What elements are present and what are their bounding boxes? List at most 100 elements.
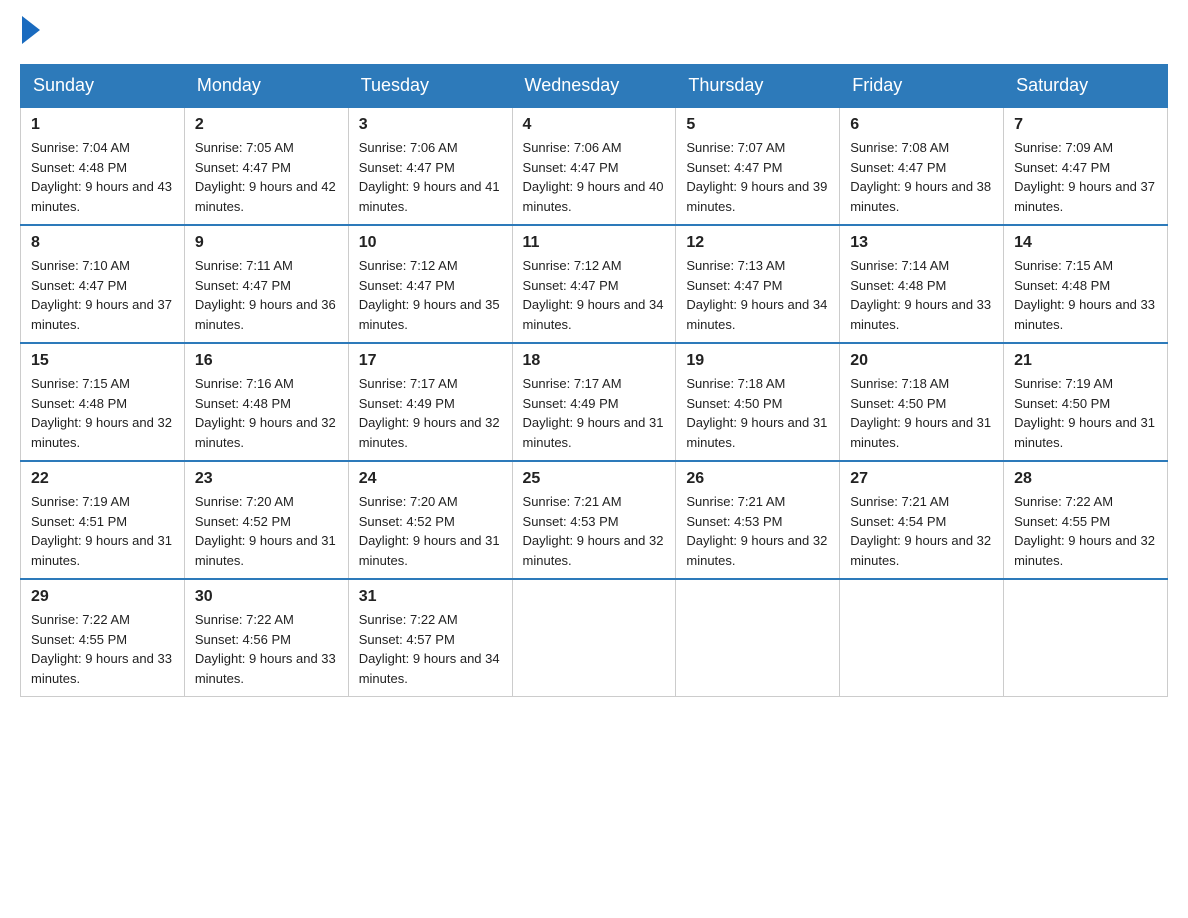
day-number: 21 [1014,352,1157,370]
daylight-label: Daylight: 9 hours and 37 minutes. [1014,179,1155,214]
daylight-label: Daylight: 9 hours and 34 minutes. [523,297,664,332]
day-info: Sunrise: 7:06 AM Sunset: 4:47 PM Dayligh… [359,138,502,216]
sunrise-label: Sunrise: 7:11 AM [195,258,293,273]
day-info: Sunrise: 7:22 AM Sunset: 4:57 PM Dayligh… [359,610,502,688]
day-of-week-header: Tuesday [348,65,512,108]
day-number: 1 [31,116,174,134]
calendar-day-cell: 2 Sunrise: 7:05 AM Sunset: 4:47 PM Dayli… [184,107,348,225]
sunrise-label: Sunrise: 7:19 AM [1014,376,1113,391]
sunrise-label: Sunrise: 7:17 AM [523,376,622,391]
day-number: 14 [1014,234,1157,252]
day-info: Sunrise: 7:15 AM Sunset: 4:48 PM Dayligh… [1014,256,1157,334]
sunrise-label: Sunrise: 7:22 AM [359,612,458,627]
day-of-week-header: Friday [840,65,1004,108]
day-info: Sunrise: 7:22 AM Sunset: 4:55 PM Dayligh… [1014,492,1157,570]
day-of-week-header: Sunday [21,65,185,108]
day-info: Sunrise: 7:18 AM Sunset: 4:50 PM Dayligh… [850,374,993,452]
day-info: Sunrise: 7:06 AM Sunset: 4:47 PM Dayligh… [523,138,666,216]
day-number: 3 [359,116,502,134]
day-info: Sunrise: 7:05 AM Sunset: 4:47 PM Dayligh… [195,138,338,216]
day-info: Sunrise: 7:21 AM Sunset: 4:53 PM Dayligh… [686,492,829,570]
sunrise-label: Sunrise: 7:15 AM [31,376,130,391]
calendar-day-cell: 26 Sunrise: 7:21 AM Sunset: 4:53 PM Dayl… [676,461,840,579]
daylight-label: Daylight: 9 hours and 33 minutes. [1014,297,1155,332]
day-number: 29 [31,588,174,606]
sunrise-label: Sunrise: 7:04 AM [31,140,130,155]
calendar-day-cell: 24 Sunrise: 7:20 AM Sunset: 4:52 PM Dayl… [348,461,512,579]
calendar-day-cell: 28 Sunrise: 7:22 AM Sunset: 4:55 PM Dayl… [1004,461,1168,579]
sunset-label: Sunset: 4:47 PM [686,278,782,293]
day-info: Sunrise: 7:19 AM Sunset: 4:51 PM Dayligh… [31,492,174,570]
day-number: 27 [850,470,993,488]
sunrise-label: Sunrise: 7:22 AM [1014,494,1113,509]
day-number: 15 [31,352,174,370]
sunrise-label: Sunrise: 7:17 AM [359,376,458,391]
calendar-empty-cell [676,579,840,697]
sunset-label: Sunset: 4:48 PM [195,396,291,411]
day-number: 5 [686,116,829,134]
daylight-label: Daylight: 9 hours and 38 minutes. [850,179,991,214]
sunrise-label: Sunrise: 7:14 AM [850,258,949,273]
sunset-label: Sunset: 4:48 PM [850,278,946,293]
sunset-label: Sunset: 4:56 PM [195,632,291,647]
calendar-day-cell: 12 Sunrise: 7:13 AM Sunset: 4:47 PM Dayl… [676,225,840,343]
daylight-label: Daylight: 9 hours and 31 minutes. [850,415,991,450]
calendar-week-row: 15 Sunrise: 7:15 AM Sunset: 4:48 PM Dayl… [21,343,1168,461]
sunrise-label: Sunrise: 7:18 AM [850,376,949,391]
logo-arrow-icon [22,16,40,44]
sunrise-label: Sunrise: 7:16 AM [195,376,294,391]
day-of-week-header: Wednesday [512,65,676,108]
sunrise-label: Sunrise: 7:08 AM [850,140,949,155]
calendar-day-cell: 31 Sunrise: 7:22 AM Sunset: 4:57 PM Dayl… [348,579,512,697]
sunrise-label: Sunrise: 7:20 AM [195,494,294,509]
day-number: 2 [195,116,338,134]
day-info: Sunrise: 7:20 AM Sunset: 4:52 PM Dayligh… [195,492,338,570]
daylight-label: Daylight: 9 hours and 34 minutes. [686,297,827,332]
calendar-day-cell: 15 Sunrise: 7:15 AM Sunset: 4:48 PM Dayl… [21,343,185,461]
calendar-day-cell: 8 Sunrise: 7:10 AM Sunset: 4:47 PM Dayli… [21,225,185,343]
sunset-label: Sunset: 4:50 PM [1014,396,1110,411]
sunrise-label: Sunrise: 7:07 AM [686,140,785,155]
calendar-day-cell: 27 Sunrise: 7:21 AM Sunset: 4:54 PM Dayl… [840,461,1004,579]
sunrise-label: Sunrise: 7:21 AM [850,494,949,509]
calendar-day-cell: 18 Sunrise: 7:17 AM Sunset: 4:49 PM Dayl… [512,343,676,461]
sunrise-label: Sunrise: 7:15 AM [1014,258,1113,273]
day-number: 11 [523,234,666,252]
calendar-day-cell: 25 Sunrise: 7:21 AM Sunset: 4:53 PM Dayl… [512,461,676,579]
daylight-label: Daylight: 9 hours and 32 minutes. [686,533,827,568]
calendar-day-cell: 30 Sunrise: 7:22 AM Sunset: 4:56 PM Dayl… [184,579,348,697]
sunset-label: Sunset: 4:52 PM [195,514,291,529]
calendar-header-row: SundayMondayTuesdayWednesdayThursdayFrid… [21,65,1168,108]
daylight-label: Daylight: 9 hours and 31 minutes. [686,415,827,450]
page-header [20,20,1168,44]
daylight-label: Daylight: 9 hours and 32 minutes. [195,415,336,450]
calendar-day-cell: 7 Sunrise: 7:09 AM Sunset: 4:47 PM Dayli… [1004,107,1168,225]
sunset-label: Sunset: 4:53 PM [686,514,782,529]
sunset-label: Sunset: 4:53 PM [523,514,619,529]
daylight-label: Daylight: 9 hours and 39 minutes. [686,179,827,214]
sunset-label: Sunset: 4:47 PM [195,278,291,293]
calendar-day-cell: 13 Sunrise: 7:14 AM Sunset: 4:48 PM Dayl… [840,225,1004,343]
calendar-empty-cell [840,579,1004,697]
day-number: 16 [195,352,338,370]
day-number: 10 [359,234,502,252]
sunset-label: Sunset: 4:47 PM [359,278,455,293]
sunset-label: Sunset: 4:47 PM [686,160,782,175]
calendar-day-cell: 5 Sunrise: 7:07 AM Sunset: 4:47 PM Dayli… [676,107,840,225]
logo [20,20,40,44]
sunrise-label: Sunrise: 7:22 AM [31,612,130,627]
sunset-label: Sunset: 4:47 PM [195,160,291,175]
calendar-day-cell: 19 Sunrise: 7:18 AM Sunset: 4:50 PM Dayl… [676,343,840,461]
day-number: 28 [1014,470,1157,488]
sunset-label: Sunset: 4:48 PM [1014,278,1110,293]
sunset-label: Sunset: 4:48 PM [31,160,127,175]
day-info: Sunrise: 7:04 AM Sunset: 4:48 PM Dayligh… [31,138,174,216]
sunset-label: Sunset: 4:49 PM [359,396,455,411]
daylight-label: Daylight: 9 hours and 32 minutes. [1014,533,1155,568]
calendar-week-row: 8 Sunrise: 7:10 AM Sunset: 4:47 PM Dayli… [21,225,1168,343]
calendar-day-cell: 11 Sunrise: 7:12 AM Sunset: 4:47 PM Dayl… [512,225,676,343]
sunset-label: Sunset: 4:47 PM [1014,160,1110,175]
daylight-label: Daylight: 9 hours and 36 minutes. [195,297,336,332]
day-number: 8 [31,234,174,252]
calendar-day-cell: 22 Sunrise: 7:19 AM Sunset: 4:51 PM Dayl… [21,461,185,579]
